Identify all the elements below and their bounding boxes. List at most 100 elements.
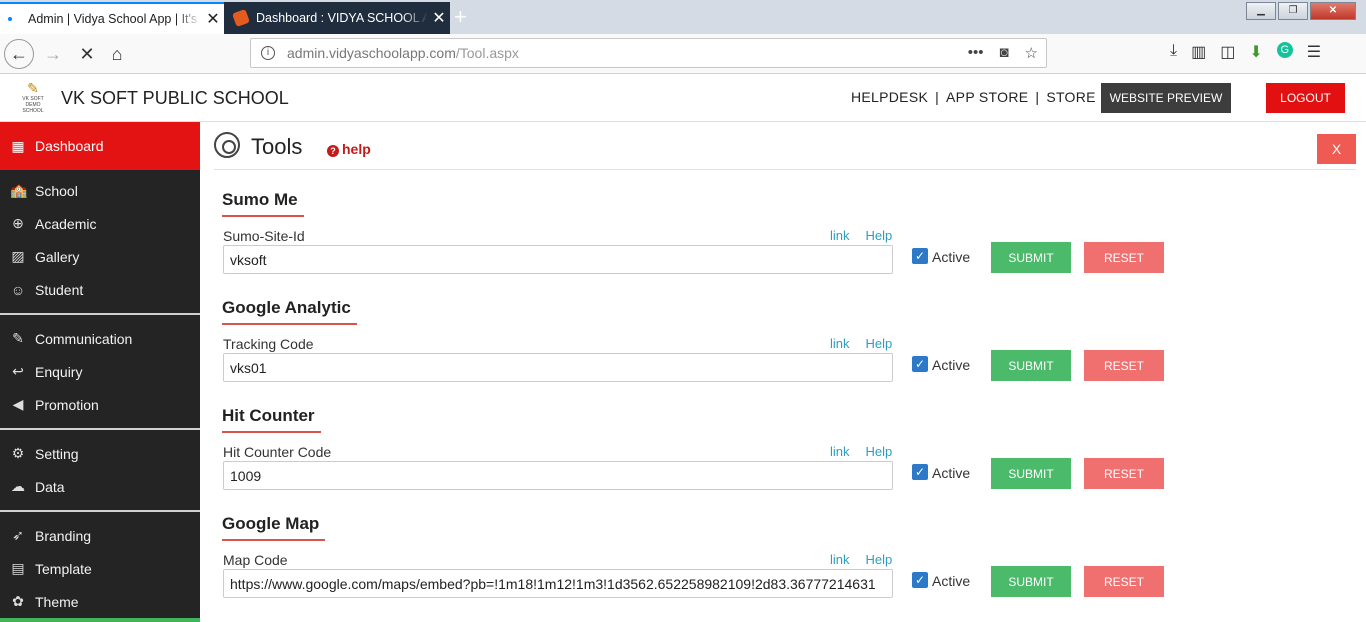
header-links: HELPDESK | APP STORE | STORE	[851, 89, 1096, 105]
palette-icon: ✿	[12, 593, 24, 609]
sidebar-divider	[0, 510, 200, 512]
active-checkbox[interactable]: ✓	[912, 356, 928, 372]
close-page-button[interactable]: X	[1317, 134, 1356, 164]
logo-subtext: DEMO SCHOOL	[22, 102, 44, 114]
url-path: /Tool.aspx	[455, 45, 519, 61]
question-circle-icon: ?	[327, 145, 339, 157]
address-bar[interactable]: i admin.vidyaschoolapp.com/Tool.aspx •••…	[250, 38, 1047, 68]
submit-button[interactable]: SUBMIT	[991, 458, 1071, 489]
megaphone-icon: ✎	[12, 330, 24, 346]
sumo-site-id-input[interactable]	[223, 245, 893, 274]
sidebar-item-enquiry[interactable]: ↩ Enquiry	[0, 355, 200, 388]
close-tab-icon[interactable]: ✕	[428, 8, 450, 28]
sidebar-divider	[0, 428, 200, 430]
active-checkbox[interactable]: ✓	[912, 572, 928, 588]
main-content: Tools ? help X Sumo Me Sumo-Site-Id link H…	[200, 122, 1366, 622]
active-label: Active	[932, 465, 971, 481]
extension-download-icon[interactable]: ⬇	[1249, 42, 1262, 62]
sidebar-item-theme[interactable]: ✿ Theme	[0, 585, 200, 618]
app-header: ✎ VK SOFT DEMO SCHOOL VK SOFT PUBLIC SCH…	[0, 74, 1366, 122]
back-arrow-icon[interactable]: ←	[4, 39, 34, 69]
sidebar-item-label: Template	[35, 560, 92, 577]
sidebar-item-dashboard[interactable]: ▦ Dashboard	[0, 122, 200, 170]
browser-tab-admin[interactable]: Admin | Vidya School App | It's ✕	[0, 2, 224, 34]
globe-icon: ⊕	[12, 215, 24, 231]
new-tab-icon[interactable]: +	[454, 4, 467, 30]
help-link[interactable]: ? help	[327, 141, 371, 157]
reset-button[interactable]: RESET	[1084, 458, 1164, 489]
forward-arrow-icon[interactable]: →	[38, 39, 68, 69]
sidebar-divider	[0, 313, 200, 315]
help-link[interactable]: Help	[866, 552, 893, 567]
sidebar-item-setting[interactable]: ⚙ Setting	[0, 437, 200, 470]
submit-button[interactable]: SUBMIT	[991, 566, 1071, 597]
map-code-input[interactable]	[223, 569, 893, 598]
library-icon[interactable]: ▥	[1191, 42, 1206, 62]
hit-counter-code-input[interactable]	[223, 461, 893, 490]
site-favicon-icon	[232, 9, 250, 27]
rocket-icon: ➶	[12, 527, 24, 543]
sidebar-item-label: Academic	[35, 215, 97, 232]
active-label: Active	[932, 249, 971, 265]
active-checkbox[interactable]: ✓	[912, 464, 928, 480]
close-tab-icon[interactable]: ✕	[202, 9, 224, 29]
sidebar-item-label: Promotion	[35, 396, 99, 413]
sidebar: ▦ Dashboard 🏫 School ⊕ Academic ▨ Gallery ☺…	[0, 122, 200, 622]
section-hit-counter: Hit Counter Hit Counter Code linkHelp ✓ …	[221, 406, 1361, 514]
website-preview-button[interactable]: WEBSITE PREVIEW	[1101, 83, 1231, 113]
reset-button[interactable]: RESET	[1084, 350, 1164, 381]
reset-button[interactable]: RESET	[1084, 566, 1164, 597]
sidebar-item-promotion[interactable]: ◀ Promotion	[0, 388, 200, 421]
bookmark-star-icon[interactable]: ☆	[1025, 44, 1038, 62]
stop-loading-icon[interactable]: ✕	[72, 39, 102, 69]
grammarly-icon[interactable]: G	[1276, 42, 1293, 58]
sidebar-toggle-icon[interactable]: ◫	[1220, 42, 1235, 62]
sidebar-item-school[interactable]: 🏫 School	[0, 174, 200, 207]
submit-button[interactable]: SUBMIT	[991, 242, 1071, 273]
link-link[interactable]: link	[830, 228, 850, 243]
site-info-icon[interactable]: i	[261, 46, 275, 60]
window-close-icon[interactable]: ✕	[1310, 2, 1356, 20]
cloud-icon: ☁	[11, 478, 25, 494]
tracking-code-input[interactable]	[223, 353, 893, 382]
submit-button[interactable]: SUBMIT	[991, 350, 1071, 381]
menu-icon[interactable]: ☰	[1307, 42, 1321, 62]
active-checkbox[interactable]: ✓	[912, 248, 928, 264]
field-label: Map Code	[223, 552, 288, 568]
sidebar-item-label: Enquiry	[35, 363, 83, 380]
help-link[interactable]: Help	[866, 228, 893, 243]
link-link[interactable]: link	[830, 444, 850, 459]
pocket-icon[interactable]: ◙	[999, 44, 1008, 62]
app-store-link[interactable]: APP STORE	[946, 89, 1028, 105]
link-link[interactable]: link	[830, 336, 850, 351]
school-logo: ✎ VK SOFT DEMO SCHOOL	[20, 80, 46, 116]
page-title: Tools	[251, 134, 303, 159]
help-link[interactable]: Help	[866, 444, 893, 459]
sidebar-item-branding[interactable]: ➶ Branding	[0, 519, 200, 552]
minimize-icon[interactable]: ▁	[1246, 2, 1276, 20]
helpdesk-link[interactable]: HELPDESK	[851, 89, 928, 105]
sidebar-item-gallery[interactable]: ▨ Gallery	[0, 240, 200, 273]
help-link[interactable]: Help	[866, 336, 893, 351]
sidebar-item-label: Student	[35, 281, 84, 298]
browser-tab-dashboard[interactable]: Dashboard : VIDYA SCHOOL A ✕	[224, 2, 450, 34]
sidebar-item-template[interactable]: ▤ Template	[0, 552, 200, 585]
sidebar-item-student[interactable]: ☺ Student	[0, 273, 200, 306]
link-link[interactable]: link	[830, 552, 850, 567]
home-icon[interactable]: ⌂	[102, 39, 132, 69]
bullhorn-icon: ◀	[12, 396, 24, 412]
field-label: Tracking Code	[223, 336, 314, 352]
sidebar-item-data[interactable]: ☁ Data	[0, 470, 200, 503]
restore-icon[interactable]: ❐	[1278, 2, 1308, 20]
sidebar-item-label: Data	[35, 478, 65, 495]
sidebar-item-communication[interactable]: ✎ Communication	[0, 322, 200, 355]
browser-tabstrip: Admin | Vidya School App | It's ✕ Dashbo…	[0, 0, 1366, 34]
page-actions-icon[interactable]: •••	[968, 44, 984, 62]
reply-icon: ↩	[12, 363, 24, 379]
school-name: VK SOFT PUBLIC SCHOOL	[61, 88, 289, 108]
logout-button[interactable]: LOGOUT	[1266, 83, 1345, 113]
sidebar-item-academic[interactable]: ⊕ Academic	[0, 207, 200, 240]
store-link[interactable]: STORE	[1046, 89, 1095, 105]
reset-button[interactable]: RESET	[1084, 242, 1164, 273]
download-icon[interactable]: ⤓	[1170, 42, 1177, 62]
